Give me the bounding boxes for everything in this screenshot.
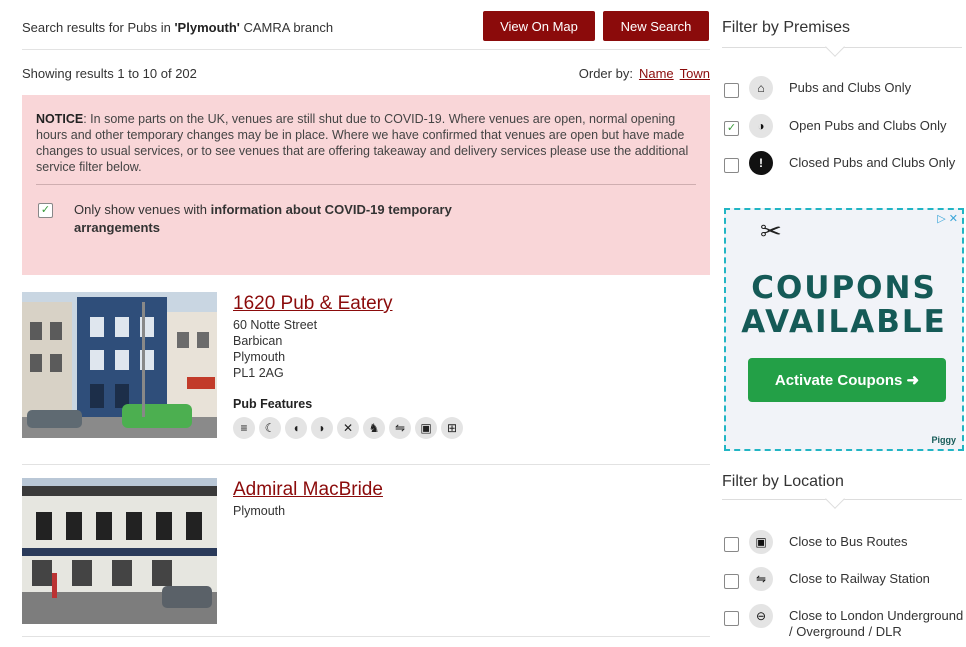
address-line: Plymouth: [233, 350, 286, 364]
view-on-map-button[interactable]: View On Map: [483, 11, 595, 41]
location-checkbox[interactable]: [724, 574, 739, 589]
search-summary: Search results for Pubs in 'Plymouth' CA…: [22, 20, 333, 35]
bus-icon: ▣: [749, 530, 773, 554]
venue-address: Plymouth: [233, 503, 383, 519]
half-moon-icon[interactable]: ◗: [311, 417, 333, 439]
cider-icon[interactable]: ◖: [285, 417, 307, 439]
premises-option-pubs-clubs[interactable]: ⌂ Pubs and Clubs Only: [724, 76, 966, 100]
half-circle-icon: ◑: [749, 114, 773, 138]
premises-checkbox[interactable]: ✓: [724, 121, 739, 136]
pub-icon: ⌂: [749, 76, 773, 100]
venue-photo[interactable]: [22, 478, 217, 624]
location-option-label: Close to Railway Station: [789, 571, 930, 586]
summary-place: 'Plymouth': [174, 20, 240, 35]
premises-title-arrow: [825, 37, 845, 57]
covid-filter-prefix: Only show venues with: [74, 202, 211, 217]
underground-icon: ⊖: [749, 604, 773, 628]
summary-suffix: CAMRA branch: [239, 20, 334, 35]
dog-icon[interactable]: ♞: [363, 417, 385, 439]
venue-card: Admiral MacBride Plymouth: [22, 478, 710, 624]
venue-address: 60 Notte Street Barbican Plymouth PL1 2A…: [233, 317, 463, 381]
address-line: Barbican: [233, 334, 283, 348]
venue-divider: [22, 636, 710, 637]
notice-text: NOTICE: In some parts on the UK, venues …: [36, 111, 696, 175]
venue-card: 1620 Pub & Eatery 60 Notte Street Barbic…: [22, 292, 710, 439]
results-main: Search results for Pubs in 'Plymouth' CA…: [22, 0, 710, 637]
location-checkbox[interactable]: [724, 537, 739, 552]
premises-option-closed[interactable]: ! Closed Pubs and Clubs Only: [724, 151, 966, 175]
address-line: Plymouth: [233, 504, 286, 518]
search-summary-bar: Search results for Pubs in 'Plymouth' CA…: [22, 0, 710, 50]
pub-features: ≡ ☾ ◖ ◗ ✕ ♞ ⇋ ▣ ⊞: [233, 417, 463, 439]
ad-choices-icon[interactable]: ▷ ✕: [937, 212, 958, 225]
bus-icon[interactable]: ▣: [415, 417, 437, 439]
coupon-advert[interactable]: ✂ ▷ ✕ COUPONS AVAILABLE Activate Coupons…: [724, 208, 964, 451]
activate-coupons-button[interactable]: Activate Coupons ➜: [748, 358, 946, 402]
ad-brand: Piggy: [931, 435, 956, 445]
cat-icon[interactable]: ☾: [259, 417, 281, 439]
summary-prefix: Search results for Pubs in: [22, 20, 175, 35]
train-icon[interactable]: ⇋: [389, 417, 411, 439]
location-option-bus[interactable]: ▣ Close to Bus Routes: [724, 530, 966, 554]
notice-divider: [36, 184, 696, 185]
exclamation-icon: !: [749, 151, 773, 175]
order-by: Order by: Name Town: [579, 66, 710, 81]
covid-filter[interactable]: ✓ Only show venues with information abou…: [36, 201, 496, 237]
location-checkbox[interactable]: [724, 611, 739, 626]
notice-body: : In some parts on the UK, venues are st…: [36, 112, 689, 174]
venue-info: 1620 Pub & Eatery 60 Notte Street Barbic…: [233, 292, 463, 439]
location-title-arrow: [825, 489, 845, 509]
order-by-town-link[interactable]: Town: [680, 66, 710, 81]
ad-headline-2: AVAILABLE: [741, 304, 947, 340]
results-bar: Showing results 1 to 10 of 202 Order by:…: [22, 50, 710, 95]
premises-option-label: Pubs and Clubs Only: [789, 80, 912, 95]
venue-info: Admiral MacBride Plymouth: [233, 478, 383, 519]
location-option-label: Close to London Underground / Overground…: [789, 608, 964, 639]
covid-checkbox[interactable]: ✓: [38, 203, 53, 218]
address-line: PL1 2AG: [233, 366, 284, 380]
venue-divider: [22, 464, 710, 465]
results-count: Showing results 1 to 10 of 202: [22, 66, 197, 81]
scissors-icon: ✂: [760, 216, 782, 246]
venue-name-link[interactable]: 1620 Pub & Eatery: [233, 293, 463, 315]
cross-icon[interactable]: ✕: [337, 417, 359, 439]
new-search-button[interactable]: New Search: [603, 11, 709, 41]
real-ale-icon[interactable]: ≡: [233, 417, 255, 439]
pub-features-title: Pub Features: [233, 397, 313, 411]
address-line: 60 Notte Street: [233, 318, 318, 332]
premises-option-open[interactable]: ✓ ◑ Open Pubs and Clubs Only: [724, 114, 966, 138]
location-option-underground[interactable]: ⊖ Close to London Underground / Overgrou…: [724, 604, 966, 640]
ad-headline-1: COUPONS: [751, 270, 937, 306]
premises-filter-title: Filter by Premises: [722, 19, 851, 36]
plus-icon[interactable]: ⊞: [441, 417, 463, 439]
location-option-label: Close to Bus Routes: [789, 534, 908, 549]
order-label: Order by:: [578, 66, 633, 81]
location-option-railway[interactable]: ⇋ Close to Railway Station: [724, 567, 966, 591]
covid-notice: NOTICE: In some parts on the UK, venues …: [22, 95, 710, 275]
premises-checkbox[interactable]: [724, 83, 739, 98]
venue-photo[interactable]: [22, 292, 217, 438]
notice-heading: NOTICE: [36, 112, 84, 126]
order-by-name-link[interactable]: Name: [639, 66, 674, 81]
venue-name-link[interactable]: Admiral MacBride: [233, 479, 383, 501]
train-icon: ⇋: [749, 567, 773, 591]
premises-option-label: Open Pubs and Clubs Only: [789, 118, 947, 133]
location-filter-title: Filter by Location: [722, 473, 844, 490]
premises-checkbox[interactable]: [724, 158, 739, 173]
premises-option-label: Closed Pubs and Clubs Only: [789, 155, 956, 170]
